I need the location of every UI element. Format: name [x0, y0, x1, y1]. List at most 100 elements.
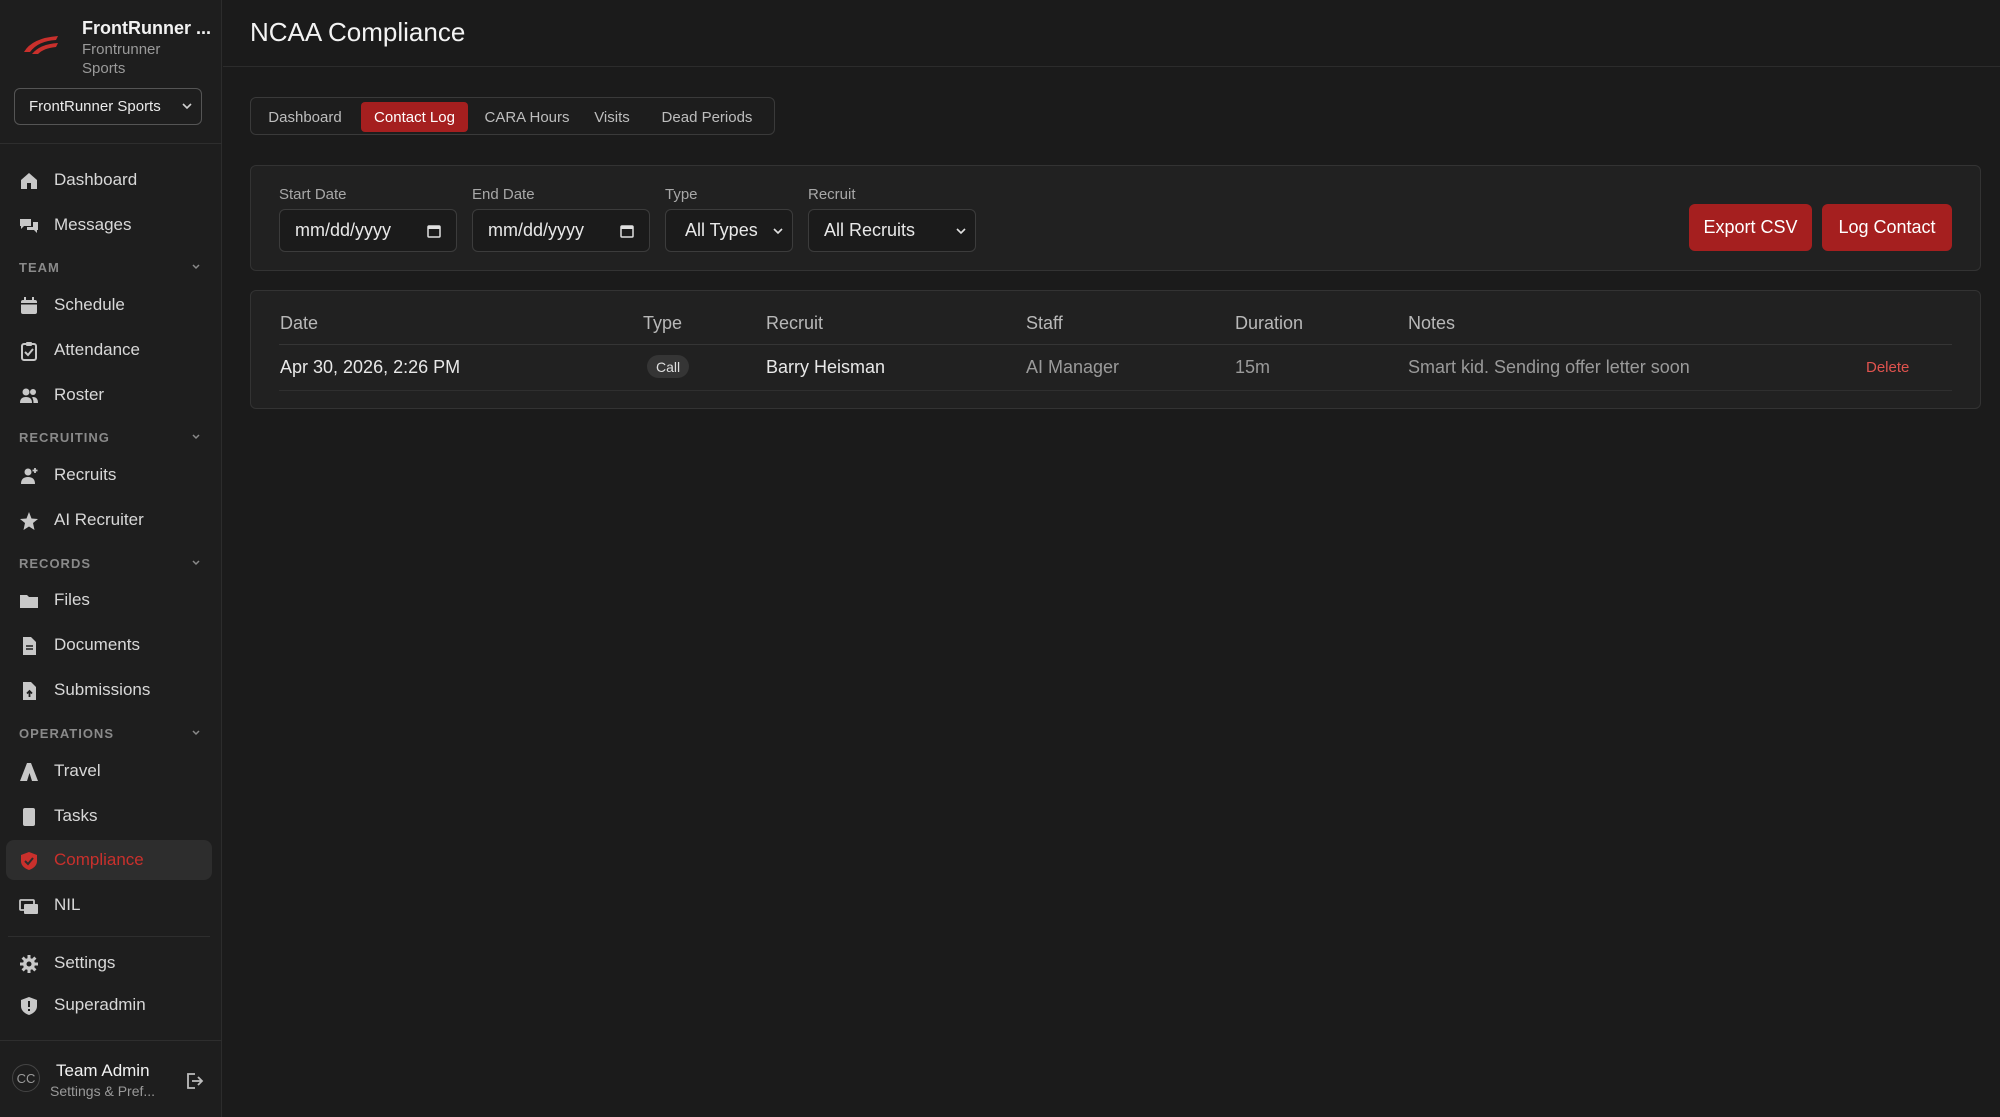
section-header-team[interactable]: TEAM: [19, 260, 200, 275]
sidebar-item-label: Recruits: [54, 465, 117, 484]
section-title: OPERATIONS: [19, 726, 114, 741]
table-row-divider: [279, 390, 1952, 391]
chevron-down-icon: [192, 434, 200, 440]
cell-duration: 15m: [1235, 357, 1271, 377]
cell-notes: Smart kid. Sending offer letter soon: [1408, 357, 1690, 377]
sidebar-item-roster[interactable]: Roster: [6, 375, 212, 415]
type-select[interactable]: All Types: [665, 209, 793, 252]
sidebar-divider: [8, 936, 210, 937]
shield-check-icon: [21, 852, 37, 870]
home-icon: [21, 173, 37, 189]
sidebar-item-submissions[interactable]: Submissions: [6, 670, 212, 710]
chevron-down-icon: [192, 730, 200, 736]
page-title: NCAA Compliance: [250, 17, 466, 47]
tab-dead-periods[interactable]: Dead Periods: [646, 102, 768, 132]
sidebar-item-travel[interactable]: Travel: [6, 751, 212, 791]
tab-visits[interactable]: Visits: [584, 102, 640, 132]
column-header-staff: Staff: [1026, 313, 1063, 333]
calendar-icon: [21, 297, 37, 314]
calendar-icon[interactable]: [426, 223, 442, 239]
sidebar-item-files[interactable]: Files: [6, 580, 212, 620]
tab-bar: Dashboard Contact Log CARA Hours Visits …: [250, 97, 775, 135]
sidebar-item-label: Dashboard: [54, 170, 138, 189]
column-header-recruit: Recruit: [766, 313, 824, 333]
column-header-notes: Notes: [1408, 313, 1456, 333]
user-plus-icon: [21, 468, 38, 484]
chevron-down-icon: [192, 264, 200, 270]
file-upload-icon: [23, 682, 36, 700]
start-date-label: Start Date: [279, 186, 347, 203]
sidebar-item-dashboard[interactable]: Dashboard: [6, 160, 212, 200]
sidebar-item-label: Settings: [54, 953, 116, 972]
sidebar-item-label: Travel: [54, 761, 101, 780]
cell-date: Apr 30, 2026, 2:26 PM: [280, 357, 461, 377]
section-header-recruiting[interactable]: RECRUITING: [19, 430, 200, 445]
brand[interactable]: FrontRunner ... Frontrunner Sports: [20, 16, 211, 78]
delete-button[interactable]: Delete: [1866, 359, 1909, 376]
sidebar-item-settings[interactable]: Settings: [6, 943, 212, 983]
folder-icon: [20, 595, 38, 608]
chevron-down-icon: [773, 228, 783, 235]
organization-select[interactable]: FrontRunner Sports: [14, 88, 202, 125]
section-title: TEAM: [19, 260, 60, 275]
brand-logo-icon: [24, 36, 58, 54]
sidebar-item-label: Superadmin: [54, 995, 146, 1014]
section-header-records[interactable]: RECORDS: [19, 556, 200, 571]
sidebar-item-label: Compliance: [54, 850, 144, 869]
chevron-down-icon: [182, 103, 192, 110]
end-date-label: End Date: [472, 186, 535, 203]
section-title: RECORDS: [19, 556, 92, 571]
sidebar-item-documents[interactable]: Documents: [6, 625, 212, 665]
sidebar-item-label: Attendance: [54, 340, 141, 359]
sidebar-item-superadmin[interactable]: Superadmin: [6, 985, 212, 1025]
calendar-icon[interactable]: [619, 223, 635, 239]
sidebar-item-compliance[interactable]: Compliance: [6, 840, 212, 880]
tab-dashboard[interactable]: Dashboard: [255, 102, 355, 132]
user-name: Team Admin: [56, 1061, 150, 1080]
task-icon: [23, 808, 35, 826]
road-icon: [20, 763, 38, 781]
column-header-duration: Duration: [1235, 313, 1304, 333]
sidebar-item-attendance[interactable]: Attendance: [6, 330, 212, 370]
filter-panel: Start Date mm/dd/yyyy End Date mm/dd/yyy…: [250, 165, 1981, 271]
shield-alert-icon: [21, 997, 37, 1015]
sidebar-item-label: AI Recruiter: [54, 510, 144, 529]
sidebar-item-nil[interactable]: NIL: [6, 885, 212, 925]
chevron-down-icon: [956, 228, 966, 235]
sidebar-item-messages[interactable]: Messages: [6, 205, 212, 245]
log-contact-button[interactable]: Log Contact: [1822, 204, 1952, 251]
column-header-type: Type: [643, 313, 683, 333]
brand-name: FrontRunner ...: [82, 18, 211, 38]
sidebar-item-label: Submissions: [54, 680, 151, 699]
page-header: NCAA Compliance: [223, 0, 2000, 67]
recruit-select[interactable]: All Recruits: [808, 209, 976, 252]
section-title: RECRUITING: [19, 430, 110, 445]
brand-subtitle: Frontrunner Sports: [82, 41, 161, 77]
sidebar-item-label: NIL: [54, 895, 81, 914]
sparkle-star-icon: [20, 512, 38, 530]
sidebar-item-label: Documents: [54, 635, 140, 654]
sidebar-item-tasks[interactable]: Tasks: [6, 796, 212, 836]
tab-contact-log[interactable]: Contact Log: [361, 102, 468, 132]
sidebar-item-label: Files: [54, 590, 90, 609]
recruit-label: Recruit: [808, 186, 856, 203]
clipboard-check-icon: [21, 342, 37, 361]
cell-recruit: Barry Heisman: [766, 357, 886, 377]
tab-cara-hours[interactable]: CARA Hours: [476, 102, 578, 132]
section-header-operations[interactable]: OPERATIONS: [19, 726, 200, 741]
end-date-input[interactable]: mm/dd/yyyy: [472, 209, 650, 252]
type-badge: Call: [647, 355, 690, 378]
sidebar-item-recruits[interactable]: Recruits: [6, 455, 212, 495]
table-row: Apr 30, 2026, 2:26 PM Call Barry Heisman…: [251, 345, 1982, 390]
user-card[interactable]: CC Team Admin Settings & Pref...: [0, 1040, 222, 1117]
sidebar-item-schedule[interactable]: Schedule: [6, 285, 212, 325]
export-csv-button[interactable]: Export CSV: [1689, 204, 1812, 251]
type-select-value: All Types: [685, 220, 758, 240]
users-icon: [20, 388, 38, 403]
sidebar-item-ai-recruiter[interactable]: AI Recruiter: [6, 500, 212, 540]
type-label: Type: [665, 186, 698, 203]
start-date-input[interactable]: mm/dd/yyyy: [279, 209, 457, 252]
sidebar-item-label: Schedule: [54, 295, 125, 314]
logout-icon[interactable]: [184, 1071, 204, 1091]
chat-icon: [20, 219, 38, 233]
